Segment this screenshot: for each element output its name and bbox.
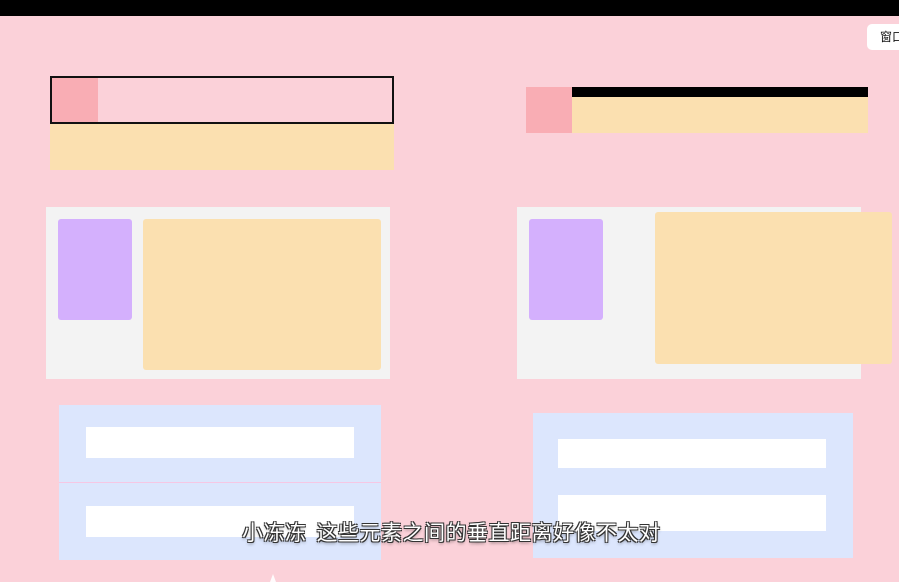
top-left-pink-square (52, 78, 98, 122)
video-frame: 窗口 小冻冻 这些元素之间的垂直距离好像不太对 (0, 0, 899, 582)
top-left-outlined-row (50, 76, 394, 124)
top-black-bar (0, 0, 899, 16)
middle-left-purple-block (58, 219, 132, 320)
top-right-pink-square (526, 87, 572, 133)
top-right-black-line (571, 87, 868, 97)
window-button[interactable]: 窗口 (867, 24, 899, 50)
subtitle-text: 这些元素之间的垂直距离好像不太对 (316, 521, 661, 545)
bottom-right-input-1[interactable] (558, 439, 826, 468)
spark-icon (270, 574, 276, 582)
middle-right-purple-block (529, 219, 603, 320)
bottom-left-divider (59, 482, 381, 483)
middle-left-yellow-block (143, 219, 381, 370)
video-subtitle: 小冻冻 这些元素之间的垂直距离好像不太对 (242, 517, 712, 549)
subtitle-speaker: 小冻冻 (242, 521, 307, 545)
bottom-left-input-1[interactable] (86, 427, 354, 458)
middle-right-yellow-block (655, 212, 892, 364)
